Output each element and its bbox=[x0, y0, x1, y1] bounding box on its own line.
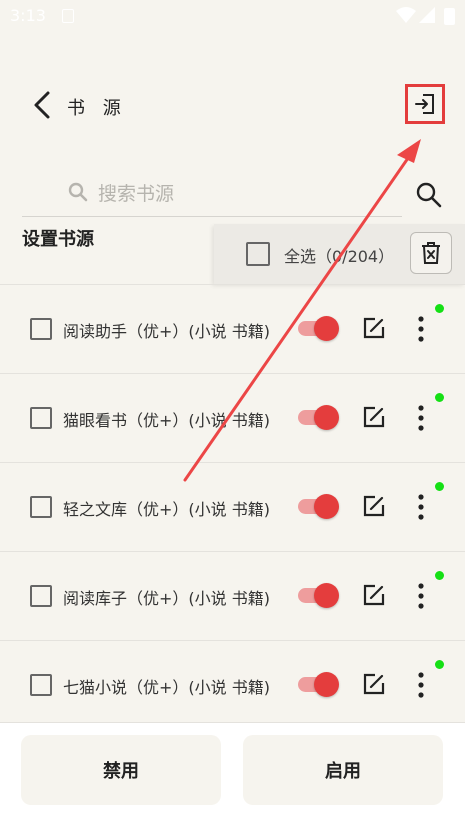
search-placeholder: 搜索书源 bbox=[98, 182, 175, 205]
selection-bar: 全选（0/204） bbox=[214, 224, 465, 284]
edit-icon[interactable] bbox=[362, 494, 386, 518]
list-item: 轻之文库（优+）(小说 书籍) bbox=[0, 462, 465, 551]
more-icon[interactable] bbox=[414, 582, 428, 610]
source-list: 阅读助手（优+）(小说 书籍) 猫眼看书（优+）(小说 书籍) 轻之文库（优+）… bbox=[0, 284, 465, 729]
select-all-checkbox[interactable] bbox=[246, 242, 270, 266]
list-item: 七猫小说（优+）(小说 书籍) bbox=[0, 640, 465, 729]
edit-icon[interactable] bbox=[362, 316, 386, 340]
item-checkbox[interactable] bbox=[30, 407, 52, 429]
more-icon[interactable] bbox=[414, 493, 428, 521]
search-input[interactable]: 搜索书源 bbox=[22, 168, 402, 217]
bottom-action-bar: 禁用 启用 bbox=[0, 722, 465, 827]
item-checkbox[interactable] bbox=[30, 318, 52, 340]
status-dot bbox=[435, 482, 444, 491]
page-title: 书 源 bbox=[67, 98, 127, 119]
source-name: 轻之文库（优+）(小说 书籍) bbox=[63, 500, 270, 519]
list-item: 阅读助手（优+）(小说 书籍) bbox=[0, 284, 465, 373]
import-button[interactable] bbox=[405, 84, 445, 124]
enable-toggle[interactable] bbox=[298, 583, 340, 608]
list-item: 阅读库子（优+）(小说 书籍) bbox=[0, 551, 465, 640]
status-time: 3:13 bbox=[10, 6, 46, 25]
source-name: 阅读助手（优+）(小说 书籍) bbox=[63, 322, 270, 341]
item-checkbox[interactable] bbox=[30, 496, 52, 518]
select-all-label[interactable]: 全选（0/204） bbox=[284, 243, 394, 267]
enable-toggle[interactable] bbox=[298, 672, 340, 697]
status-dot bbox=[435, 571, 444, 580]
status-dot bbox=[435, 304, 444, 313]
enable-button[interactable]: 启用 bbox=[243, 735, 443, 805]
edit-icon[interactable] bbox=[362, 405, 386, 429]
disable-button[interactable]: 禁用 bbox=[21, 735, 221, 805]
toolbar: 书 源 bbox=[0, 60, 465, 152]
wifi-icon bbox=[396, 7, 416, 23]
edit-icon[interactable] bbox=[362, 583, 386, 607]
more-icon[interactable] bbox=[414, 315, 428, 343]
item-checkbox[interactable] bbox=[30, 674, 52, 696]
sim-icon bbox=[62, 9, 74, 23]
battery-icon bbox=[444, 8, 455, 25]
edit-icon[interactable] bbox=[362, 672, 386, 696]
source-name: 七猫小说（优+）(小说 书籍) bbox=[63, 678, 270, 697]
signal-icon bbox=[419, 7, 435, 23]
enable-toggle[interactable] bbox=[298, 494, 340, 519]
delete-button[interactable] bbox=[410, 232, 452, 274]
search-icon[interactable] bbox=[414, 180, 444, 210]
section-title: 设置书源 bbox=[22, 229, 94, 250]
search-bar: 搜索书源 bbox=[20, 166, 408, 222]
status-dot bbox=[435, 393, 444, 402]
import-icon bbox=[415, 94, 434, 114]
enable-toggle[interactable] bbox=[298, 316, 340, 341]
source-name: 猫眼看书（优+）(小说 书籍) bbox=[63, 411, 270, 430]
enable-toggle[interactable] bbox=[298, 405, 340, 430]
status-bar: 3:13 bbox=[0, 0, 465, 32]
list-item: 猫眼看书（优+）(小说 书籍) bbox=[0, 373, 465, 462]
source-name: 阅读库子（优+）(小说 书籍) bbox=[63, 589, 270, 608]
delete-icon bbox=[422, 242, 440, 264]
more-icon[interactable] bbox=[414, 671, 428, 699]
search-icon bbox=[68, 182, 88, 202]
chevron-left-icon[interactable] bbox=[32, 90, 52, 120]
more-icon[interactable] bbox=[414, 404, 428, 432]
status-dot bbox=[435, 660, 444, 669]
item-checkbox[interactable] bbox=[30, 585, 52, 607]
